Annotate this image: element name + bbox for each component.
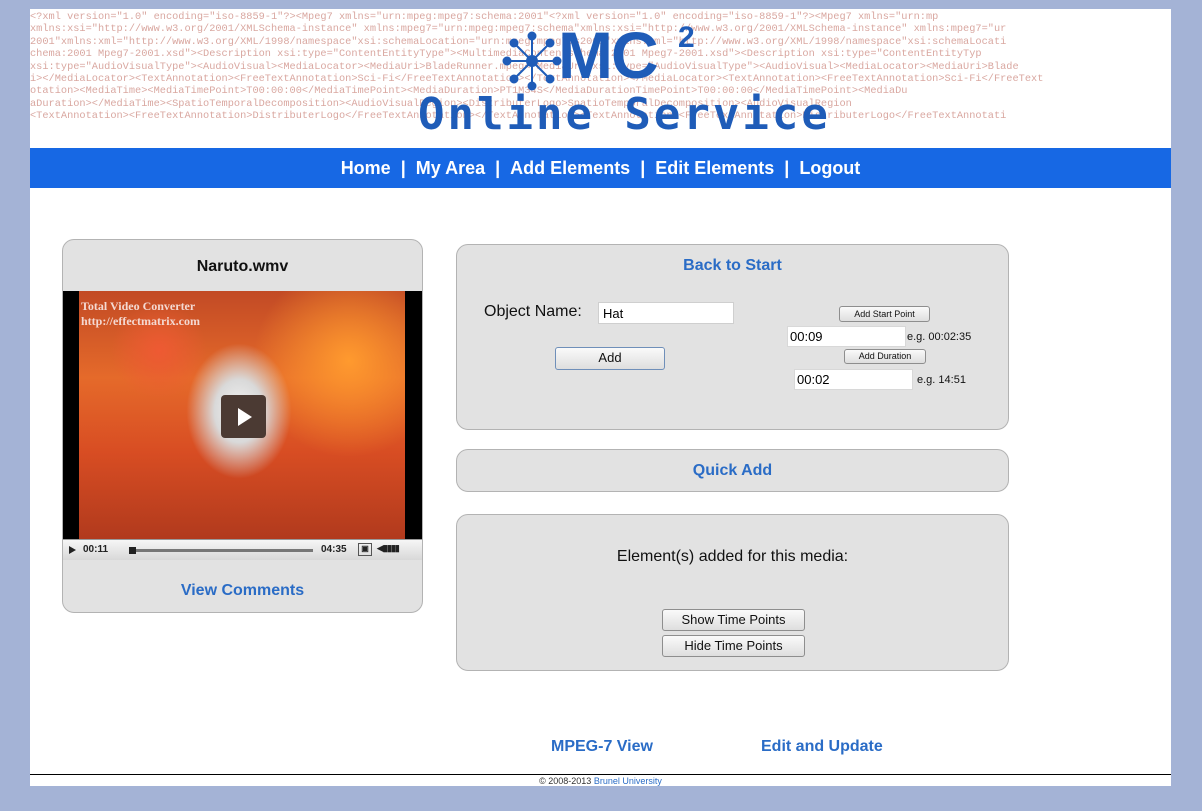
- main-nav: Home | My Area | Add Elements | Edit Elements |…: [30, 148, 1171, 188]
- nav-logout[interactable]: Logout: [799, 158, 860, 178]
- total-time: 04:35: [321, 544, 347, 555]
- copyright: © 2008-2013 Brunel University: [30, 774, 1171, 786]
- play-icon[interactable]: [69, 546, 76, 554]
- nav-add-elements[interactable]: Add Elements: [510, 158, 630, 178]
- seek-handle[interactable]: [129, 547, 137, 554]
- watermark-line-1: Total Video Converter: [81, 299, 196, 313]
- copyright-text: © 2008-2013: [539, 776, 592, 786]
- quick-add-panel: Quick Add: [456, 449, 1009, 492]
- elements-panel: Element(s) added for this media: Show Ti…: [456, 514, 1009, 671]
- mpeg7-view-link[interactable]: MPEG-7 View: [551, 738, 653, 756]
- back-to-start-link[interactable]: Back to Start: [457, 257, 1008, 275]
- duration-example: e.g. 14:51: [917, 374, 966, 386]
- nav-separator: |: [495, 158, 501, 178]
- video-watermark: Total Video Converter http://effectmatri…: [81, 299, 200, 329]
- add-element-panel: Back to Start Object Name: Add Add Start…: [456, 244, 1009, 430]
- nav-edit-elements[interactable]: Edit Elements: [655, 158, 774, 178]
- edit-and-update-link[interactable]: Edit and Update: [761, 738, 883, 756]
- network-burst-icon: [502, 31, 562, 91]
- elements-label: Element(s) added for this media:: [616, 548, 849, 565]
- nav-my-area[interactable]: My Area: [416, 158, 485, 178]
- start-point-input[interactable]: [787, 326, 906, 347]
- site-banner: <?xml version="1.0" encoding="iso-8859-1…: [30, 9, 1171, 147]
- nav-separator: |: [784, 158, 790, 178]
- object-name-input[interactable]: [598, 302, 734, 324]
- page: <?xml version="1.0" encoding="iso-8859-1…: [30, 9, 1171, 786]
- video-player[interactable]: Total Video Converter http://effectmatri…: [63, 291, 422, 539]
- seek-bar[interactable]: [129, 547, 313, 554]
- fullscreen-icon[interactable]: ▣: [358, 543, 372, 556]
- video-controls: 00:11 04:35 ▣ ◀▮▮▮▮: [63, 539, 422, 560]
- nav-separator: |: [400, 158, 406, 178]
- watermark-line-2: http://effectmatrix.com: [81, 314, 200, 328]
- play-overlay-icon[interactable]: [221, 395, 266, 438]
- add-duration-button[interactable]: Add Duration: [844, 349, 926, 364]
- video-panel: Naruto.wmv Total Video Converter http://…: [62, 239, 423, 613]
- quick-add-link[interactable]: Quick Add: [457, 462, 1008, 480]
- show-time-points-button[interactable]: Show Time Points: [662, 609, 805, 631]
- logo-mc-text: MC: [558, 18, 659, 92]
- nav-separator: |: [640, 158, 646, 178]
- nav-home[interactable]: Home: [341, 158, 391, 178]
- hide-time-points-button[interactable]: Hide Time Points: [662, 635, 805, 657]
- site-logo[interactable]: MC 2 Online Service: [410, 19, 910, 144]
- logo-superscript: 2: [678, 21, 695, 54]
- start-point-example: e.g. 00:02:35: [907, 331, 972, 343]
- add-button[interactable]: Add: [555, 347, 665, 370]
- duration-input[interactable]: [794, 369, 913, 390]
- add-start-point-button[interactable]: Add Start Point: [839, 306, 930, 322]
- logo-subtitle: Online Service: [418, 89, 831, 140]
- volume-icon[interactable]: ◀▮▮▮▮: [377, 543, 400, 554]
- university-link[interactable]: Brunel University: [594, 776, 662, 786]
- video-title: Naruto.wmv: [196, 258, 289, 275]
- object-name-label: Object Name:: [484, 303, 582, 320]
- view-comments-link[interactable]: View Comments: [63, 582, 422, 600]
- current-time: 00:11: [83, 544, 109, 555]
